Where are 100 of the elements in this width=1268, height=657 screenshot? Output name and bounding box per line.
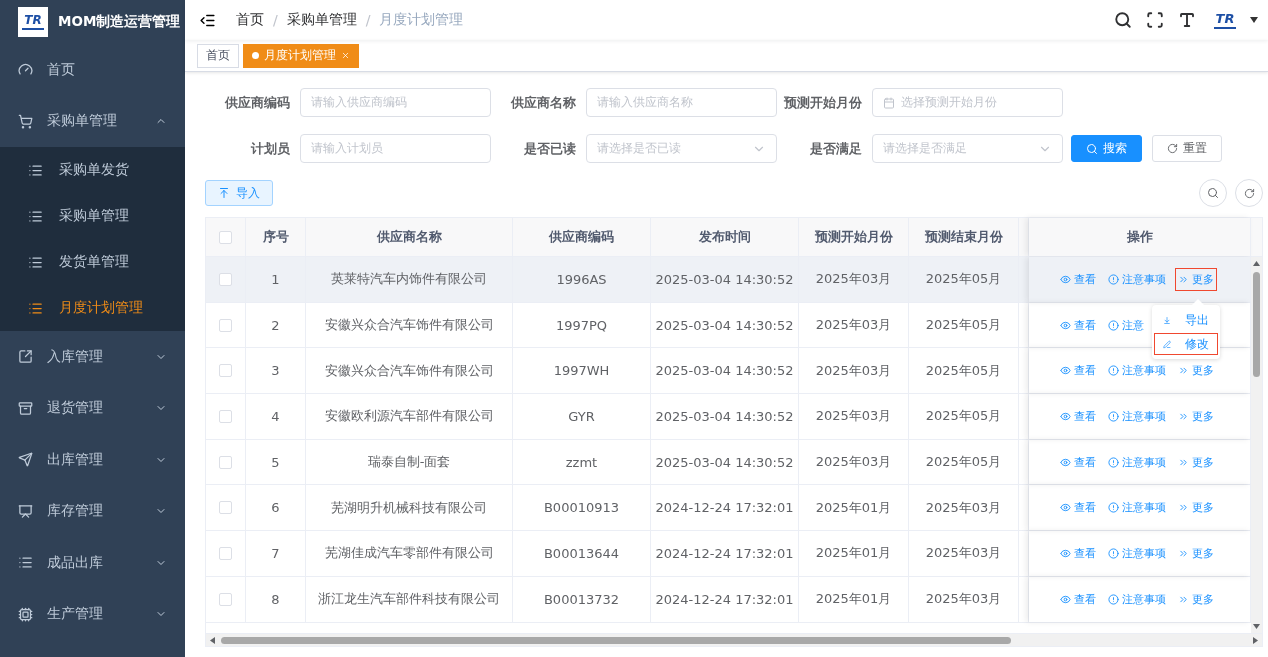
input-field[interactable]: 请输入计划员 xyxy=(299,134,491,163)
table-cell: 2025年01月 xyxy=(815,498,892,517)
notes-link[interactable]: 注意事项 xyxy=(1105,359,1169,383)
menu-item[interactable]: 成品出库 xyxy=(0,537,185,589)
horizontal-scrollbar[interactable] xyxy=(206,633,1262,646)
view-link[interactable]: 查看 xyxy=(1057,541,1099,565)
search-icon[interactable] xyxy=(1114,11,1132,29)
menu-option[interactable]: 修改 xyxy=(1154,333,1218,355)
scroll-thumb[interactable] xyxy=(221,636,1011,644)
table-cell: 芜湖佳成汽车零部件有限公司 xyxy=(324,544,494,563)
submenu-item[interactable]: 月度计划管理 xyxy=(0,285,185,331)
caret-icon[interactable] xyxy=(1250,17,1258,23)
checkbox[interactable] xyxy=(219,592,232,606)
view-link[interactable]: 查看 xyxy=(1057,587,1099,611)
chip-icon xyxy=(18,606,33,622)
table-cell: 2025年03月 xyxy=(815,453,892,472)
breadcrumb-link[interactable]: 月度计划管理 xyxy=(379,11,464,29)
table-row[interactable]: 6 芜湖明升机械科技有限公司 B00010913 2024-12-24 17:32:01 2025年01月 2025年03月 查看 注意事项 更多 xyxy=(206,485,1251,532)
checkbox[interactable] xyxy=(219,455,232,469)
eye-icon xyxy=(1060,319,1071,331)
breadcrumb-separator: / xyxy=(273,12,278,28)
menu-option[interactable]: 导出 xyxy=(1154,309,1218,331)
scroll-up-icon[interactable] xyxy=(1253,261,1260,266)
more-link[interactable]: 更多 xyxy=(1175,359,1217,383)
eye-icon xyxy=(1060,365,1071,377)
more-link[interactable]: 更多 xyxy=(1175,541,1217,565)
notes-link[interactable]: 注意事项 xyxy=(1105,404,1169,428)
more-link[interactable]: 更多 xyxy=(1175,404,1217,428)
more-link[interactable]: 更多 xyxy=(1175,496,1217,520)
field-label: 供应商编码 xyxy=(223,93,290,112)
table-row[interactable]: 4 安徽欧利源汽车部件有限公司 GYR 2025-03-04 14:30:52 2025年03月 2025年05月 查看 注意事项 更多 xyxy=(206,394,1251,440)
fullscreen-icon[interactable] xyxy=(1146,11,1164,29)
menu-item[interactable]: 退货管理 xyxy=(0,382,185,434)
table-cell: B00013644 xyxy=(543,545,620,561)
notes-link[interactable]: 注意事项 xyxy=(1105,541,1169,565)
list-icon xyxy=(28,162,43,178)
checkbox[interactable] xyxy=(219,364,232,378)
search-toggle-button[interactable] xyxy=(1199,179,1227,207)
menu-item[interactable]: 库存管理 xyxy=(0,485,185,537)
font-size-icon[interactable] xyxy=(1178,11,1196,29)
table-row[interactable]: 7 芜湖佳成汽车零部件有限公司 B00013644 2024-12-24 17:32:01 2025年01月 2025年03月 查看 注意事项 更多 xyxy=(206,531,1251,577)
tab[interactable]: 首页 xyxy=(197,43,239,68)
checkbox[interactable] xyxy=(219,546,232,560)
checkbox[interactable] xyxy=(219,318,232,332)
table-row[interactable]: 8 浙江龙生汽车部件科技有限公司 B00013732 2024-12-24 17:32:01 2025年01月 2025年03月 查看 注意事项 更多 xyxy=(206,576,1251,623)
table-row[interactable]: 5 瑞泰自制-面套 zzmt 2025-03-04 14:30:52 2025年03月 2025年05月 查看 注意事项 更多 xyxy=(206,439,1251,486)
checkbox[interactable] xyxy=(219,272,232,286)
view-link[interactable]: 查看 xyxy=(1057,496,1099,520)
select-field[interactable]: 请选择是否满足 xyxy=(871,134,1063,163)
table-cell: 2025年05月 xyxy=(925,407,1002,426)
scroll-right-icon[interactable] xyxy=(1253,636,1258,644)
notes-link[interactable]: 注意事项 xyxy=(1105,496,1169,520)
table-cell: 瑞泰自制-面套 xyxy=(367,453,451,472)
search-icon xyxy=(1086,142,1098,155)
search-button[interactable]: 搜索 xyxy=(1071,135,1142,162)
submenu-item[interactable]: 采购单管理 xyxy=(0,193,185,239)
more-link[interactable]: 更多 xyxy=(1175,587,1217,611)
select-field[interactable]: 请选择是否已读 xyxy=(585,134,777,163)
input-field[interactable]: 请输入供应商名称 xyxy=(585,88,777,117)
menu-item[interactable]: 首页 xyxy=(0,44,185,96)
tab[interactable]: 月度计划管理 xyxy=(243,43,359,68)
notes-link[interactable]: 注意事项 xyxy=(1105,587,1169,611)
submenu-item[interactable]: 发货单管理 xyxy=(0,239,185,285)
user-logo[interactable]: TR xyxy=(1214,11,1236,29)
checkbox[interactable] xyxy=(219,501,232,515)
menu-item[interactable]: 生产管理 xyxy=(0,588,185,640)
submenu-item[interactable]: 采购单发货 xyxy=(0,147,185,193)
vertical-scrollbar[interactable] xyxy=(1251,257,1262,633)
menu-item[interactable]: 出库管理 xyxy=(0,434,185,486)
more-link[interactable]: 更多 xyxy=(1175,267,1217,291)
refresh-button[interactable] xyxy=(1235,179,1263,207)
table-cell: 2 xyxy=(271,317,280,333)
import-button[interactable]: 导入 xyxy=(205,180,273,206)
notes-link[interactable]: 注意 xyxy=(1105,313,1147,337)
checkbox[interactable] xyxy=(219,409,232,423)
view-link[interactable]: 查看 xyxy=(1057,267,1099,291)
menu-item[interactable]: 入库管理 xyxy=(0,331,185,383)
view-link[interactable]: 查看 xyxy=(1057,359,1099,383)
breadcrumb-link[interactable]: 采购单管理 xyxy=(286,11,357,29)
notes-link[interactable]: 注意事项 xyxy=(1105,267,1169,291)
view-link[interactable]: 查看 xyxy=(1057,313,1099,337)
table-cell: 2025年01月 xyxy=(815,544,892,563)
checkbox[interactable] xyxy=(219,230,232,244)
notes-link[interactable]: 注意事项 xyxy=(1105,450,1169,474)
table-cell: 2025-03-04 14:30:52 xyxy=(655,408,794,424)
table-row[interactable]: 1 英莱特汽车内饰件有限公司 1996AS 2025-03-04 14:30:52 2025年03月 2025年05月 查看 注意事项 更多 xyxy=(206,257,1251,303)
month-picker[interactable]: 选择预测开始月份 xyxy=(871,88,1063,117)
breadcrumb-link[interactable]: 首页 xyxy=(236,11,264,29)
scroll-left-icon[interactable] xyxy=(210,636,215,644)
reset-button[interactable]: 重置 xyxy=(1152,135,1222,162)
more-link[interactable]: 更多 xyxy=(1175,450,1217,474)
menu-item[interactable]: 采购单管理 xyxy=(0,95,185,147)
column-header: 供应商编码 xyxy=(549,228,614,246)
close-icon[interactable] xyxy=(341,51,350,60)
table-cell: 安徽兴众合汽车饰件有限公司 xyxy=(324,361,494,380)
view-link[interactable]: 查看 xyxy=(1057,450,1099,474)
scroll-down-icon[interactable] xyxy=(1253,624,1260,629)
table-cell: 2025年05月 xyxy=(925,453,1002,472)
view-link[interactable]: 查看 xyxy=(1057,404,1099,428)
scroll-thumb[interactable] xyxy=(1253,272,1260,377)
